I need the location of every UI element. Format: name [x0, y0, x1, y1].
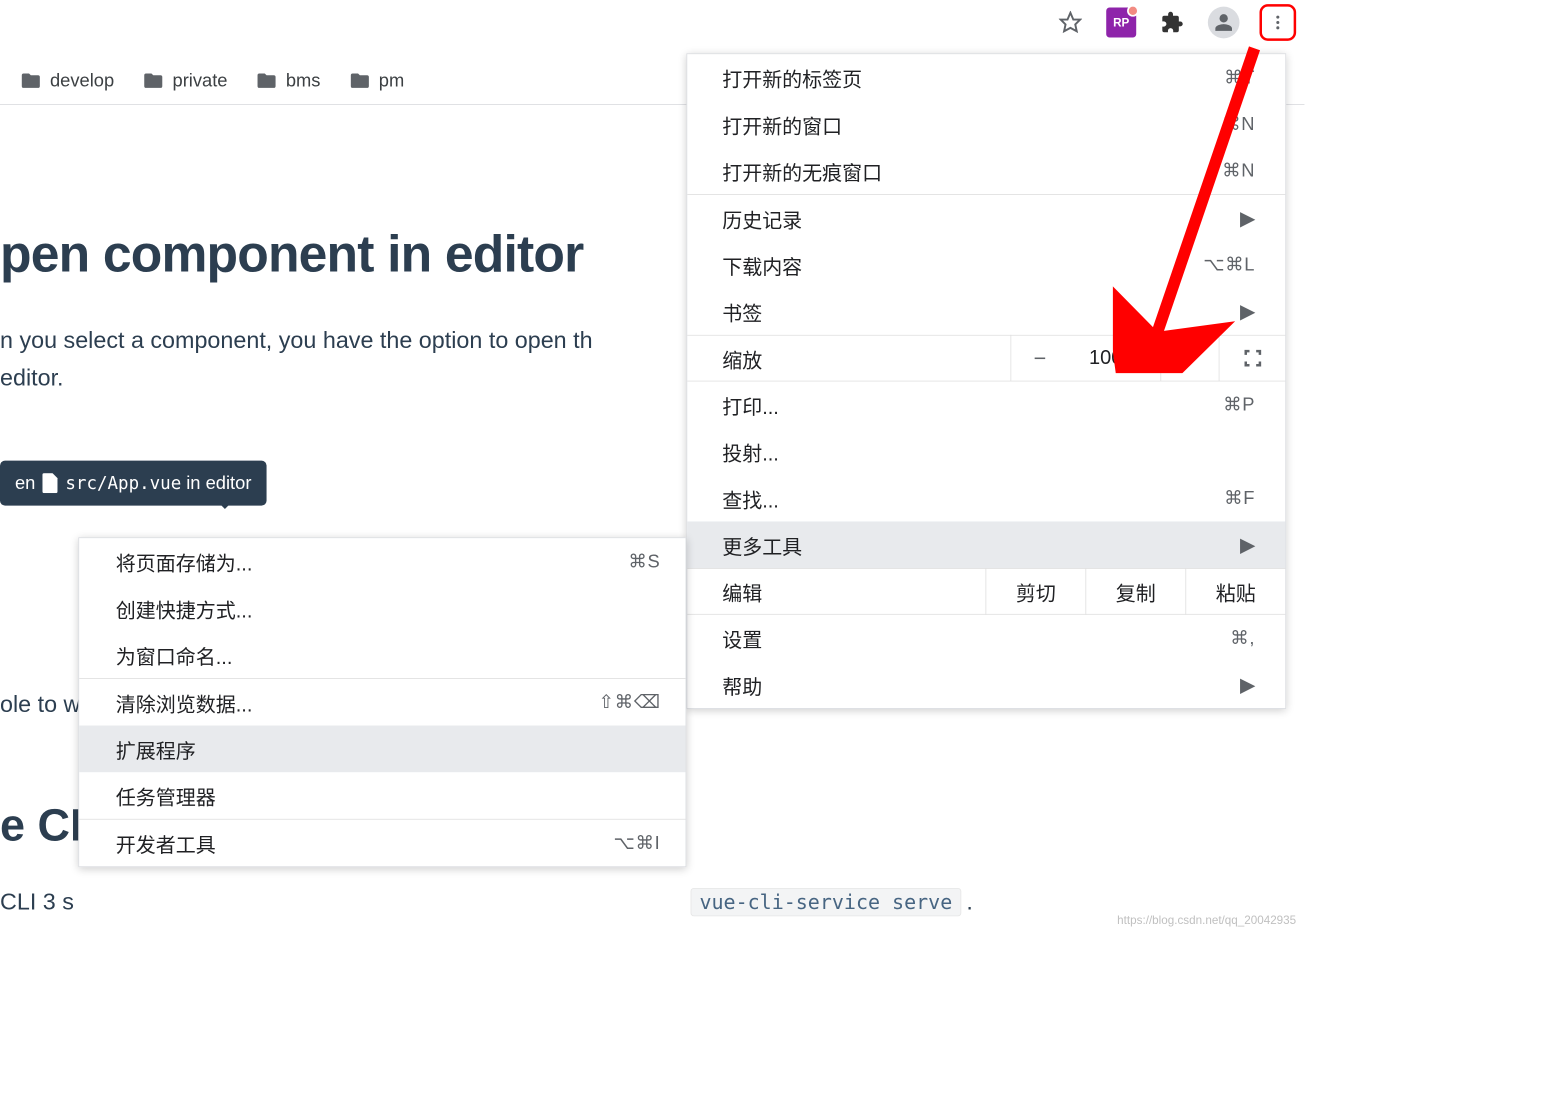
chevron-right-icon: ▶: [1240, 299, 1255, 323]
menu-item-cast[interactable]: 投射...: [687, 428, 1285, 475]
fullscreen-button[interactable]: [1219, 335, 1286, 382]
extensions-puzzle-icon[interactable]: [1156, 7, 1188, 39]
menu-label: 打开新的标签页: [722, 63, 1224, 92]
bookmark-folder[interactable]: bms: [256, 70, 321, 92]
menu-item-bookmarks[interactable]: 书签 ▶: [687, 288, 1285, 335]
bookmark-label: bms: [286, 70, 321, 92]
menu-item-zoom: 缩放 − 100% +: [687, 335, 1285, 382]
menu-item-find[interactable]: 查找... ⌘F: [687, 475, 1285, 522]
chevron-right-icon: ▶: [1240, 533, 1255, 557]
menu-label: 查找...: [722, 484, 1224, 513]
menu-item-incognito[interactable]: 打开新的无痕窗口 ⇧⌘N: [687, 147, 1285, 194]
tooltip-prefix: en: [15, 472, 35, 494]
menu-label: 书签: [722, 297, 1240, 326]
menu-label: 创建快捷方式...: [116, 594, 661, 623]
edit-copy-button[interactable]: 复制: [1085, 568, 1185, 615]
menu-label: 缩放: [687, 344, 1010, 373]
menu-label: 投射...: [722, 437, 1255, 466]
page-paragraph: n you select a component, you have the o…: [0, 322, 716, 397]
zoom-in-button[interactable]: +: [1160, 335, 1218, 382]
menu-item-extensions[interactable]: 扩展程序: [79, 726, 685, 773]
menu-label: 扩展程序: [116, 734, 661, 763]
folder-icon: [20, 71, 42, 89]
file-icon: [42, 473, 59, 493]
zoom-out-button[interactable]: −: [1010, 335, 1068, 382]
tooltip-suffix: in editor: [186, 472, 251, 494]
menu-item-save-page-as[interactable]: 将页面存储为... ⌘S: [79, 538, 685, 585]
menu-shortcut: ⌘P: [1223, 394, 1255, 416]
menu-kebab-icon[interactable]: [1259, 4, 1296, 41]
bookmark-label: pm: [379, 70, 404, 92]
menu-label: 打印...: [722, 390, 1223, 419]
menu-label: 打开新的窗口: [722, 110, 1222, 139]
folder-icon: [143, 71, 165, 89]
menu-item-clear-browsing-data[interactable]: 清除浏览数据... ⇧⌘⌫: [79, 679, 685, 726]
chevron-right-icon: ▶: [1240, 673, 1255, 697]
menu-label: 开发者工具: [116, 828, 614, 857]
text-fragment: ole to w: [0, 691, 80, 718]
menu-item-more-tools[interactable]: 更多工具 ▶: [687, 521, 1285, 568]
menu-item-edit: 编辑 剪切 复制 粘贴: [687, 568, 1285, 615]
star-icon[interactable]: [1055, 7, 1087, 39]
bookmark-label: private: [172, 70, 227, 92]
menu-label: 清除浏览数据...: [116, 688, 599, 717]
menu-label: 任务管理器: [116, 781, 661, 810]
menu-item-help[interactable]: 帮助 ▶: [687, 661, 1285, 708]
bookmark-folder[interactable]: develop: [20, 70, 114, 92]
menu-label: 下载内容: [722, 250, 1203, 279]
menu-shortcut: ⌘T: [1224, 67, 1255, 89]
menu-shortcut: ⌥⌘L: [1203, 254, 1255, 276]
menu-shortcut: ⌘S: [628, 551, 660, 573]
tooltip-path: src/App.vue: [65, 473, 181, 493]
browser-toolbar: RP: [0, 0, 1304, 45]
code-inline: vue-cli-service serve: [690, 888, 961, 916]
menu-item-name-window[interactable]: 为窗口命名...: [79, 631, 685, 678]
menu-label: 设置: [722, 624, 1230, 653]
zoom-value: 100%: [1069, 347, 1161, 370]
menu-label: 更多工具: [722, 530, 1240, 559]
text-dot: .: [966, 889, 972, 916]
profile-avatar-icon[interactable]: [1208, 7, 1240, 39]
menu-label: 打开新的无痕窗口: [722, 156, 1206, 185]
menu-item-downloads[interactable]: 下载内容 ⌥⌘L: [687, 242, 1285, 289]
rp-extension-icon[interactable]: RP: [1106, 7, 1136, 37]
menu-label: 编辑: [687, 577, 985, 606]
menu-shortcut: ⇧⌘N: [1206, 160, 1255, 182]
menu-item-task-manager[interactable]: 任务管理器: [79, 772, 685, 819]
chrome-main-menu: 打开新的标签页 ⌘T 打开新的窗口 ⌘N 打开新的无痕窗口 ⇧⌘N 历史记录 ▶…: [686, 53, 1286, 709]
menu-item-settings[interactable]: 设置 ⌘,: [687, 615, 1285, 662]
menu-label: 将页面存储为...: [116, 547, 629, 576]
bookmark-folder[interactable]: pm: [349, 70, 404, 92]
menu-item-create-shortcut[interactable]: 创建快捷方式...: [79, 585, 685, 632]
bookmark-label: develop: [50, 70, 114, 92]
menu-item-new-tab[interactable]: 打开新的标签页 ⌘T: [687, 54, 1285, 101]
menu-item-print[interactable]: 打印... ⌘P: [687, 382, 1285, 429]
more-tools-submenu: 将页面存储为... ⌘S 创建快捷方式... 为窗口命名... 清除浏览数据..…: [78, 537, 686, 867]
folder-icon: [349, 71, 371, 89]
watermark-text: https://blog.csdn.net/qq_20042935: [1117, 913, 1296, 926]
folder-icon: [256, 71, 278, 89]
menu-shortcut: ⌘N: [1222, 113, 1255, 135]
menu-label: 历史记录: [722, 204, 1240, 233]
menu-item-history[interactable]: 历史记录 ▶: [687, 195, 1285, 242]
menu-shortcut: ⌥⌘I: [614, 832, 661, 854]
menu-label: 帮助: [722, 670, 1240, 699]
menu-shortcut: ⌘,: [1230, 627, 1255, 649]
edit-paste-button[interactable]: 粘贴: [1185, 568, 1285, 615]
bookmark-folder[interactable]: private: [143, 70, 228, 92]
menu-shortcut: ⇧⌘⌫: [598, 691, 660, 713]
edit-cut-button[interactable]: 剪切: [985, 568, 1085, 615]
menu-item-new-window[interactable]: 打开新的窗口 ⌘N: [687, 101, 1285, 148]
chevron-right-icon: ▶: [1240, 206, 1255, 230]
fullscreen-icon: [1243, 349, 1261, 367]
menu-item-dev-tools[interactable]: 开发者工具 ⌥⌘I: [79, 820, 685, 867]
menu-label: 为窗口命名...: [116, 640, 661, 669]
menu-shortcut: ⌘F: [1224, 487, 1255, 509]
open-in-editor-tooltip[interactable]: en src/App.vue in editor: [0, 460, 266, 505]
text-fragment: CLI 3 s: [0, 889, 74, 916]
